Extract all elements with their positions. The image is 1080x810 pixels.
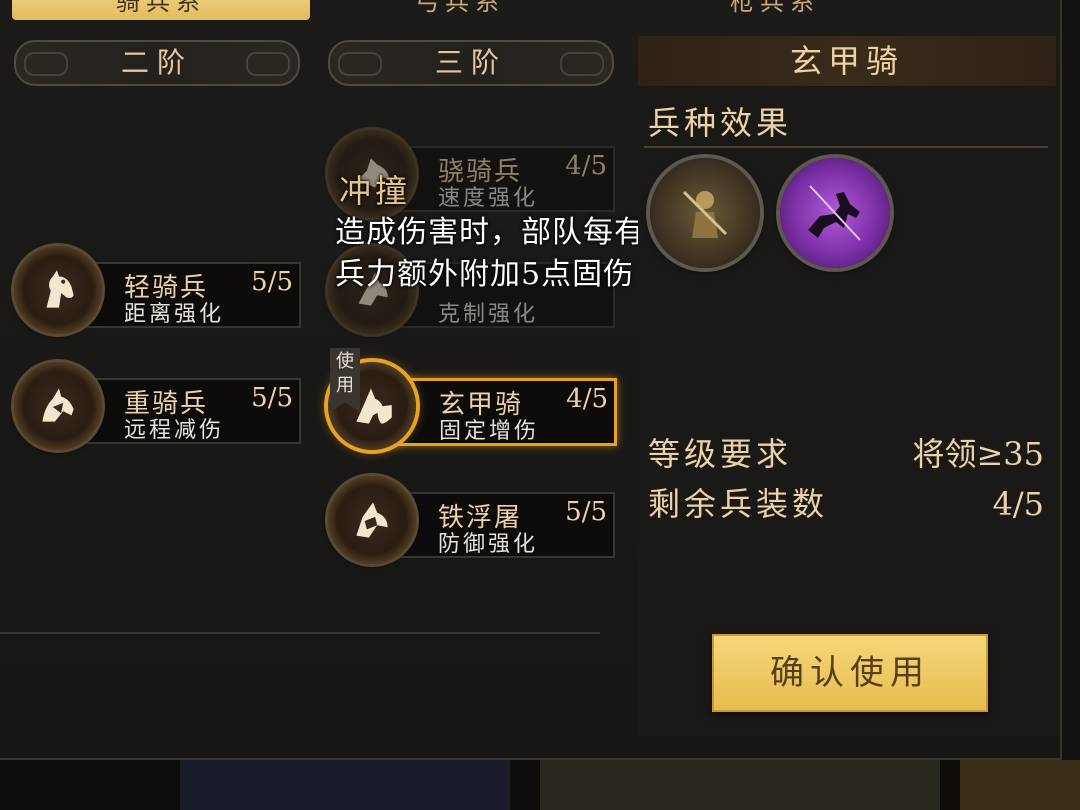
tab-cavalry[interactable]: 骑兵系 [12, 0, 310, 20]
unit-detail-panel: 玄甲骑 兵种效果 等级要求 将领≥35 剩余兵装数 4/5 确认使用 [638, 36, 1058, 736]
soldier-charge-icon[interactable] [650, 158, 760, 268]
remaining-value: 4/5 [992, 485, 1045, 523]
bottom-panel-middle [540, 760, 940, 810]
unit-iron-cavalry[interactable]: 铁浮屠 5/5 防御强化 [328, 476, 618, 564]
effect-section-title: 兵种效果 [648, 104, 793, 142]
confirm-use-button[interactable]: 确认使用 [712, 634, 988, 712]
bottom-panel-right [960, 760, 1080, 810]
unit-panel: 骑兵系 弓兵系 枪兵系 二阶 三阶 轻骑兵 5/5 距离强化 重骑兵 5/5 远… [0, 0, 1062, 760]
unit-desc: 距离强化 [124, 302, 225, 327]
level-requirement-label: 等级要求 [648, 435, 793, 473]
tab-archer[interactable]: 弓兵系 [330, 0, 590, 20]
remaining-label: 剩余兵装数 [648, 485, 829, 523]
unit-level: 5/5 [565, 497, 607, 527]
tab-spear[interactable]: 枪兵系 [640, 0, 910, 20]
tooltip-title: 冲撞 [339, 172, 412, 210]
tier-3-header: 三阶 [328, 40, 614, 86]
unit-level: 4/5 [565, 151, 607, 181]
level-requirement-value: 将领≥35 [912, 435, 1044, 473]
unit-desc: 防御强化 [438, 532, 539, 557]
cavalry-rider-icon[interactable] [780, 158, 890, 268]
armored-warhorse-icon [328, 476, 416, 564]
remaining-row: 剩余兵装数 4/5 [648, 482, 1052, 526]
tier-2-header: 二阶 [14, 40, 300, 86]
unit-level: 5/5 [251, 267, 293, 297]
unit-light-cavalry[interactable]: 轻骑兵 5/5 距离强化 [14, 246, 304, 334]
level-requirement-row: 等级要求 将领≥35 [648, 432, 1052, 476]
unit-heavy-cavalry[interactable]: 重骑兵 5/5 远程减伤 [14, 362, 304, 450]
unit-xuanjia-cavalry[interactable]: 玄甲骑 4/5 固定增伤 使用 [328, 348, 618, 450]
divider-line [0, 632, 600, 634]
unit-desc: 固定增伤 [439, 419, 540, 444]
unit-desc: 克制强化 [438, 302, 539, 327]
horse-head-icon [14, 246, 102, 334]
unit-desc: 远程减伤 [124, 418, 225, 443]
unit-level: 5/5 [251, 383, 293, 413]
bottom-strip [0, 760, 1080, 810]
unit-desc: 速度强化 [438, 186, 539, 211]
armored-horse-icon [14, 362, 102, 450]
unit-level: 4/5 [566, 384, 608, 414]
section-divider [644, 146, 1048, 148]
bottom-panel-left [180, 760, 510, 810]
in-use-tag: 使用 [330, 348, 360, 412]
detail-title: 玄甲骑 [638, 36, 1056, 86]
